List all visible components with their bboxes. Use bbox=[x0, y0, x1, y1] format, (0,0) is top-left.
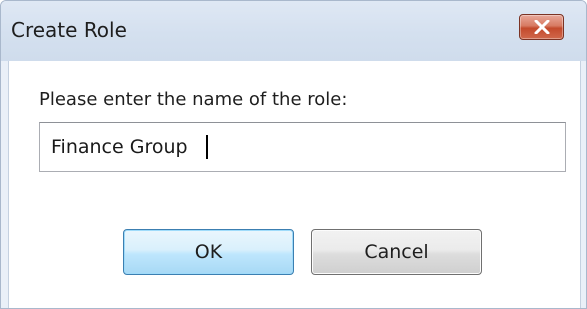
close-button[interactable] bbox=[519, 14, 564, 40]
title-bar[interactable]: Create Role bbox=[1, 1, 586, 61]
window-title: Create Role bbox=[11, 18, 127, 42]
role-name-input[interactable] bbox=[39, 122, 566, 172]
text-caret bbox=[206, 135, 208, 159]
create-role-dialog: Create Role Please enter the name of the… bbox=[0, 0, 587, 309]
role-name-prompt: Please enter the name of the role: bbox=[39, 89, 348, 110]
cancel-button[interactable]: Cancel bbox=[311, 229, 482, 275]
dialog-body: Please enter the name of the role: OK Ca… bbox=[8, 61, 581, 308]
ok-button[interactable]: OK bbox=[123, 229, 294, 275]
